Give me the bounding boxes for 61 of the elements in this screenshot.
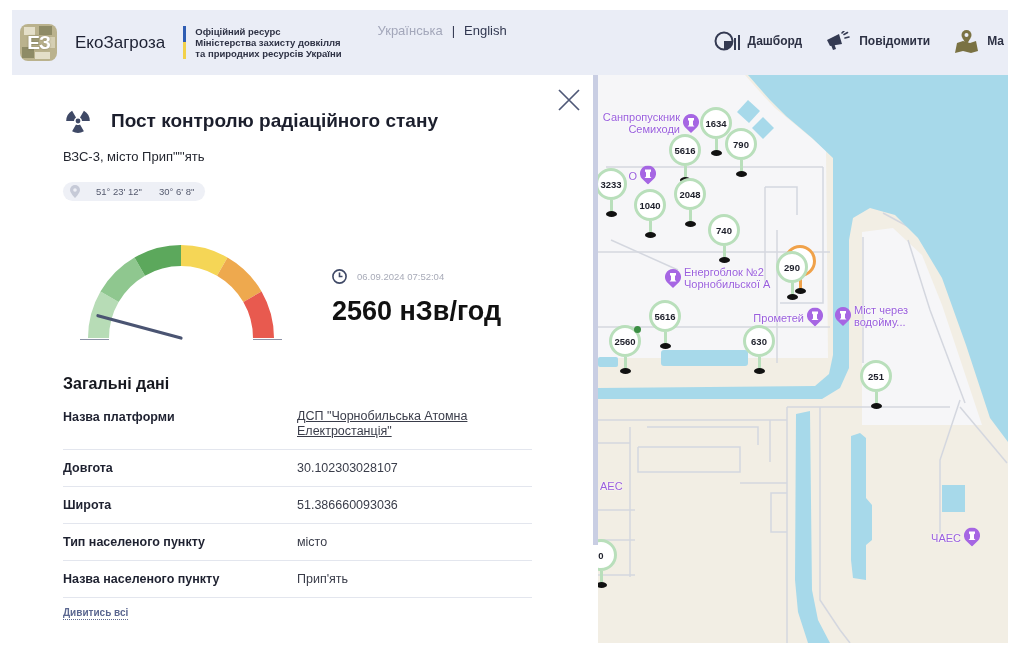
platform-link[interactable]: ДСП "Чорнобильська Атомна Електростанція" <box>297 409 532 439</box>
ministry-caption: Офіційний ресурс Міністерства захисту довкілля та природних ресурсів України <box>195 26 342 59</box>
map-pin[interactable]: 3233 <box>598 168 627 217</box>
language-separator: | <box>451 23 455 38</box>
brand-name: ЕкоЗагроза <box>75 32 166 53</box>
place-label: О <box>628 169 637 181</box>
place-label: Міст через водойму... <box>854 304 909 328</box>
field-value: місто <box>297 534 329 550</box>
chart-icon <box>713 29 740 52</box>
nav-link[interactable]: Повідомити <box>826 30 931 51</box>
field-label: Назва населеного пункту <box>63 571 221 587</box>
map-pin[interactable]: 2560 <box>609 325 641 374</box>
place-label: Прометей <box>753 311 804 323</box>
clock-icon <box>332 269 347 284</box>
place-label: Санпропускник Семиходи <box>602 111 680 135</box>
place-label: Енергоблок №2 Чорнобильскої А <box>684 266 771 290</box>
nav-link[interactable]: Ма <box>954 28 1004 53</box>
map-pin-icon <box>954 28 980 53</box>
landmark-pin-icon <box>665 268 681 288</box>
scrollbar[interactable] <box>593 75 598 545</box>
station-subtitle: ВЗС-3, місто Прип""'ять <box>63 149 206 165</box>
longitude-text: 30° 6' 8" <box>158 186 195 197</box>
field-label: Широта <box>63 497 113 513</box>
map-pin[interactable]: 251 <box>860 360 892 409</box>
pin-reading: 0 <box>598 539 617 571</box>
measured-time: 06.09.2024 07:52:04 <box>357 271 445 282</box>
water-area <box>942 485 965 512</box>
map-pin[interactable]: 1040 <box>634 189 666 238</box>
map-pin[interactable]: 5616 <box>649 300 681 349</box>
language-link[interactable]: English <box>464 23 507 38</box>
dose-rate-value: 2560 нЗв/год <box>332 295 502 327</box>
close-icon[interactable] <box>558 89 580 111</box>
landmark-pin-icon <box>640 165 656 185</box>
landmark-pin-icon <box>683 113 699 133</box>
place-label: ЧАЕС <box>931 531 961 543</box>
logo-letters: ЕЗ <box>27 31 50 54</box>
nav-link[interactable]: Дашборд <box>713 29 803 52</box>
location-pin-icon <box>70 185 80 198</box>
map-pin[interactable]: 5616 <box>669 134 701 183</box>
map-pin[interactable]: 630 <box>743 325 775 374</box>
field-value: 30.102303028107 <box>297 460 399 476</box>
map-pin[interactable]: 0 <box>598 539 617 588</box>
megaphone-icon <box>826 30 852 51</box>
landmark-pin-icon <box>807 307 823 327</box>
field-label: Довгота <box>63 460 114 476</box>
field-value: Прип'ять <box>297 571 350 587</box>
station-title: Пост контролю радіаційного стану <box>111 110 438 132</box>
radiation-icon <box>66 109 90 133</box>
flag-stripe-icon <box>183 26 187 59</box>
place-label: АЕС <box>600 480 623 492</box>
field-value: 51.386660093036 <box>297 497 399 513</box>
map-pin[interactable]: 2048 <box>674 178 706 227</box>
section-title: Загальні дані <box>63 374 171 394</box>
field-label: Тип населеного пункту <box>63 534 207 550</box>
landmark-pin-icon <box>964 527 980 547</box>
latitude-text: 51° 23' 12" <box>96 186 142 197</box>
field-label: Назва платформи <box>63 409 176 426</box>
show-all-link[interactable]: Дивитись всі <box>63 607 129 620</box>
map-pin[interactable]: 740 <box>708 214 740 263</box>
map-pin[interactable]: 790 <box>725 128 757 177</box>
landmark-pin-icon <box>835 306 851 326</box>
